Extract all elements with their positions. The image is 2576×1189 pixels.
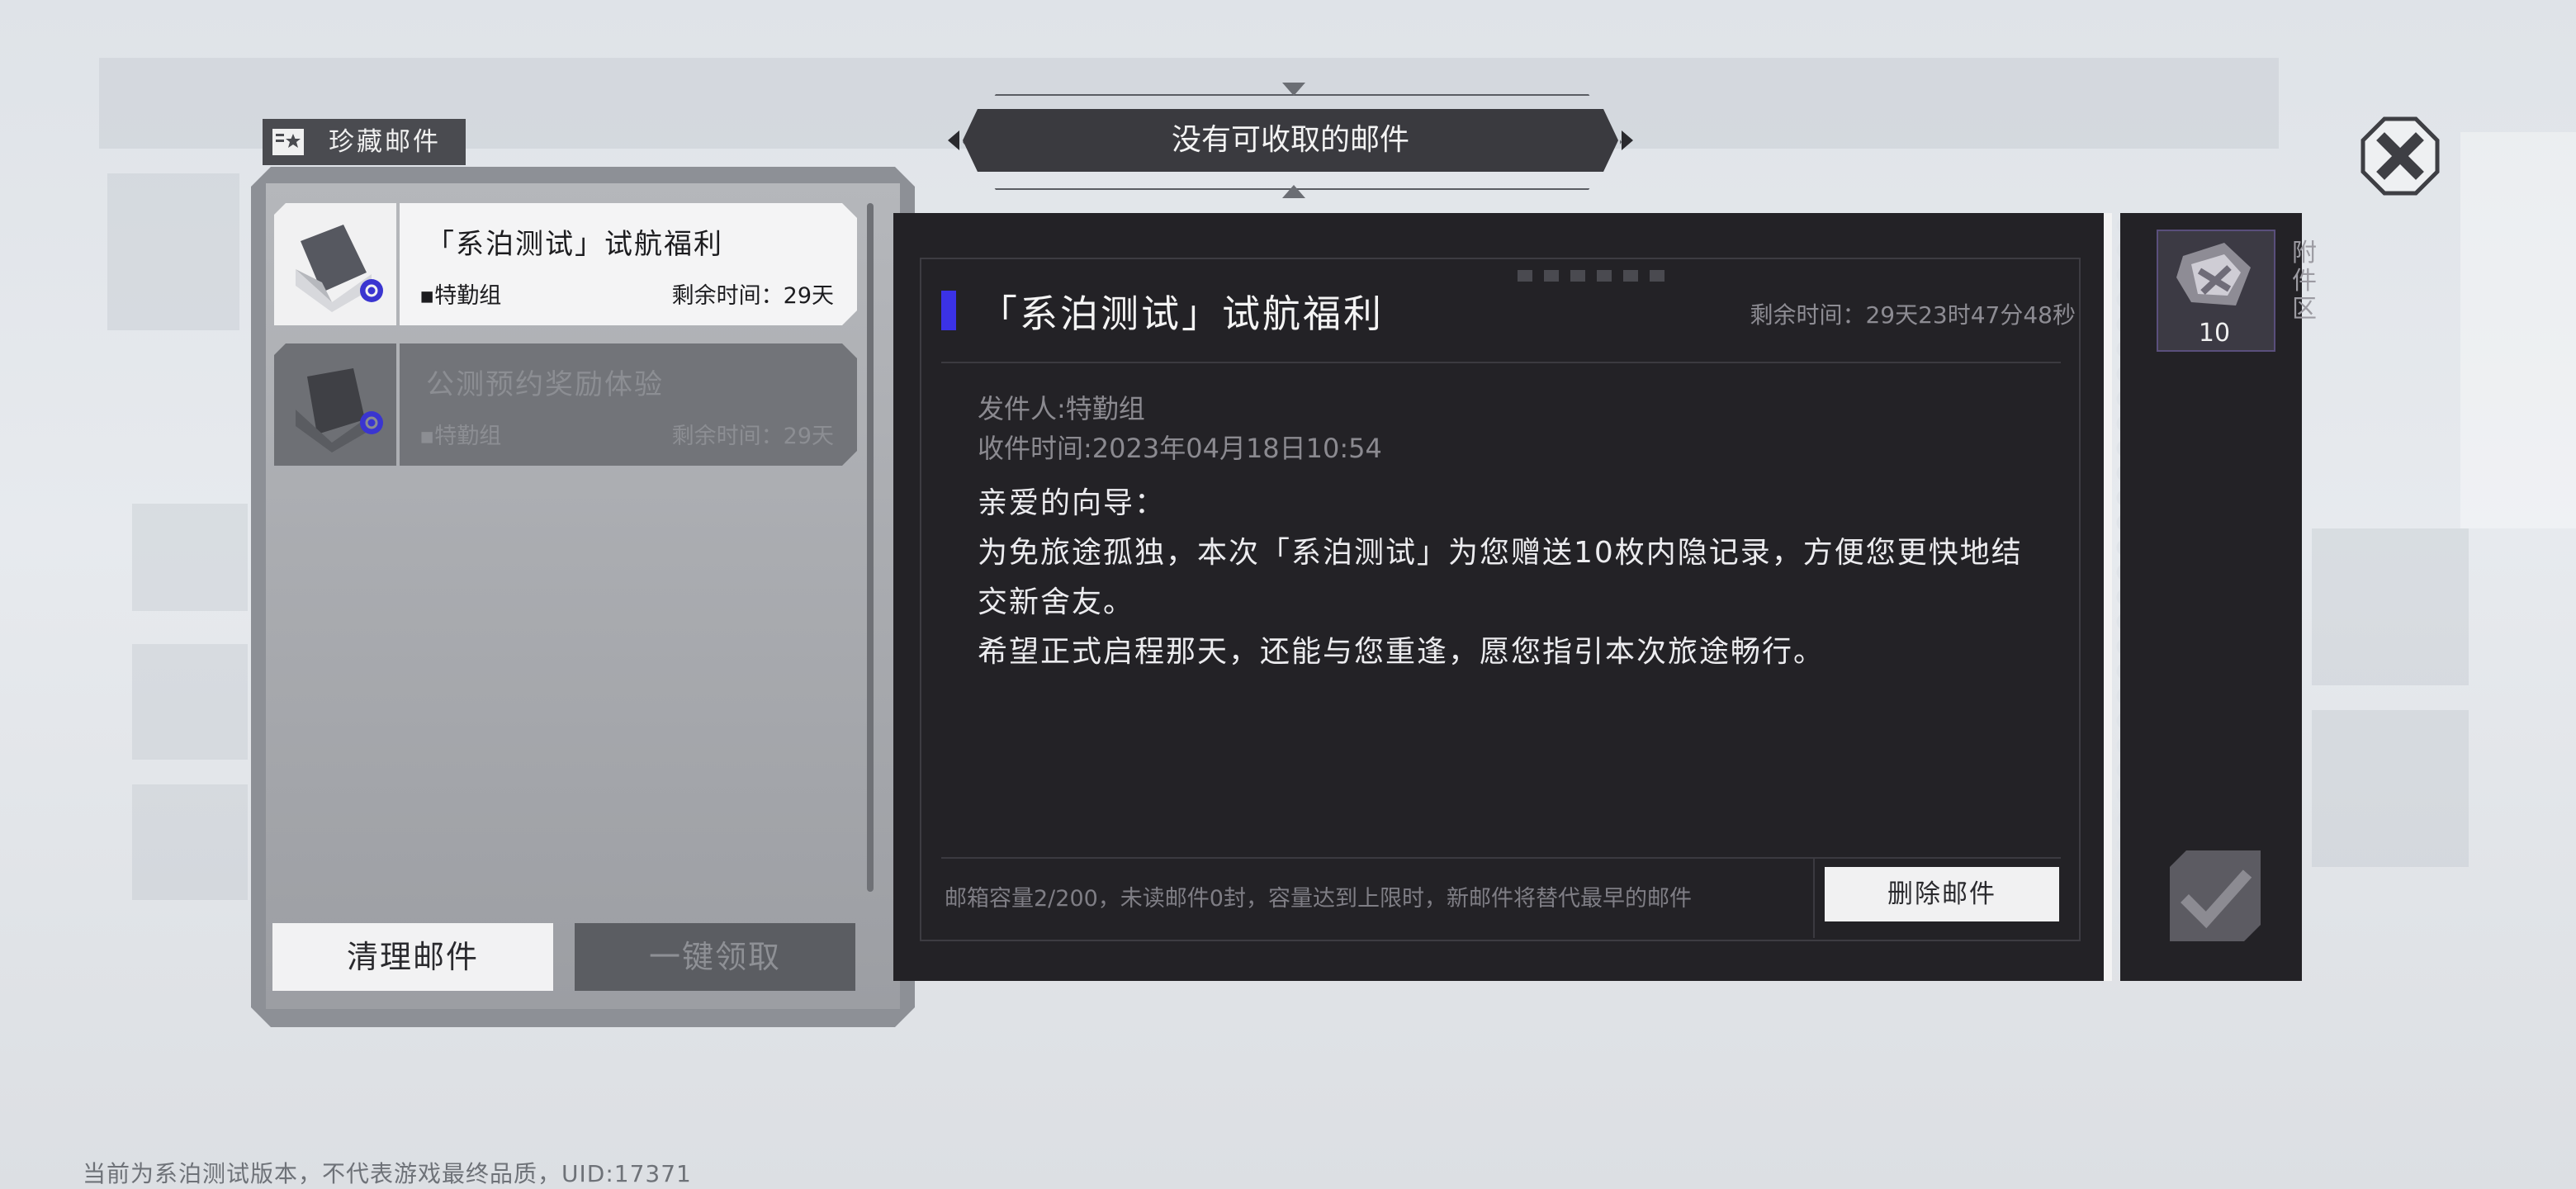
mail-received-time: 收件时间:2023年04月18日10:54 (978, 433, 1382, 464)
background-card (2312, 710, 2469, 867)
check-icon (2170, 850, 2261, 941)
background-card (107, 173, 239, 330)
divider (1813, 859, 1815, 938)
mail-item-body: 公测预约奖励体验 ▪特勤组 剩余时间：29天 (400, 343, 857, 466)
background-card (132, 644, 248, 760)
favorites-tab[interactable]: 珍藏邮件 (263, 119, 466, 165)
mail-list-scrollbar[interactable] (867, 203, 874, 892)
triangle-right-icon (1622, 130, 1633, 150)
mail-item-body: 「系泊测试」试航福利 ▪特勤组 剩余时间：29天 (400, 203, 857, 325)
star-mail-icon (272, 129, 304, 155)
mail-item-remaining: 剩余时间：29天 (671, 283, 834, 309)
background-card (2312, 528, 2469, 685)
version-text: 当前为系泊测试版本，不代表游戏最终品质，UID:17371 (83, 1160, 692, 1187)
claim-all-button[interactable]: 一键领取 (575, 923, 855, 991)
mail-item-remaining: 剩余时间：29天 (671, 424, 834, 449)
notice-banner: 没有可收取的邮件 (948, 83, 1633, 198)
title-accent-bar (941, 291, 956, 330)
background-card (132, 504, 248, 611)
mail-item-title: 公测预约奖励体验 (426, 368, 664, 401)
mail-detail-title: 「系泊测试」试航福利 (979, 291, 1384, 336)
clear-mail-button[interactable]: 清理邮件 (272, 923, 553, 991)
mail-paragraph: 希望正式启程那天，还能与您重逢，愿您指引本次旅途畅行。 (978, 635, 1825, 669)
mail-list-item[interactable]: 公测预约奖励体验 ▪特勤组 剩余时间：29天 (274, 343, 857, 466)
mail-envelope-icon (296, 368, 383, 452)
triangle-up-icon (1282, 83, 1305, 96)
mail-list-item-selected[interactable]: 「系泊测试」试航福利 ▪特勤组 剩余时间：29天 (274, 203, 857, 325)
notice-text: 没有可收取的邮件 (1171, 123, 1409, 157)
favorites-tab-label: 珍藏邮件 (329, 127, 441, 157)
memory-record-icon (2176, 243, 2251, 306)
mail-item-sender: ▪特勤组 (419, 283, 502, 309)
mail-item-sender: ▪特勤组 (419, 424, 502, 449)
mail-thumbnail (274, 203, 396, 325)
mailbox-capacity-text: 邮箱容量2/200，未读邮件0封，容量达到上限时，新邮件将替代最早的邮件 (945, 886, 1692, 912)
attachment-count: 10 (2198, 319, 2231, 348)
mail-paragraph: 为免旅途孤独，本次「系泊测试」为您赠送10枚内隐记录，方便您更快地结交新舍友。 (978, 536, 2023, 619)
attachment-area-label: 附件区 (2292, 239, 2317, 324)
mail-remaining-time: 剩余时间：29天23时47分48秒 (1750, 301, 2076, 329)
triangle-left-icon (948, 130, 959, 150)
decorative-dots (1518, 269, 1676, 285)
divider (941, 857, 2061, 859)
divider (941, 362, 2061, 363)
background-panel (2460, 132, 2576, 528)
mail-envelope-icon (296, 225, 383, 312)
triangle-down-icon (1282, 185, 1305, 198)
background-card (132, 784, 248, 900)
mail-item-title: 「系泊测试」试航福利 (426, 228, 723, 261)
mail-thumbnail (274, 343, 396, 466)
delete-mail-button[interactable]: 删除邮件 (1825, 867, 2059, 921)
mail-paragraph: 亲爱的向导： (978, 486, 1167, 520)
close-icon (2361, 116, 2440, 196)
close-button[interactable] (2360, 116, 2441, 197)
confirm-check-button[interactable] (2170, 850, 2261, 941)
mail-sender: 发件人:特勤组 (978, 393, 1145, 424)
